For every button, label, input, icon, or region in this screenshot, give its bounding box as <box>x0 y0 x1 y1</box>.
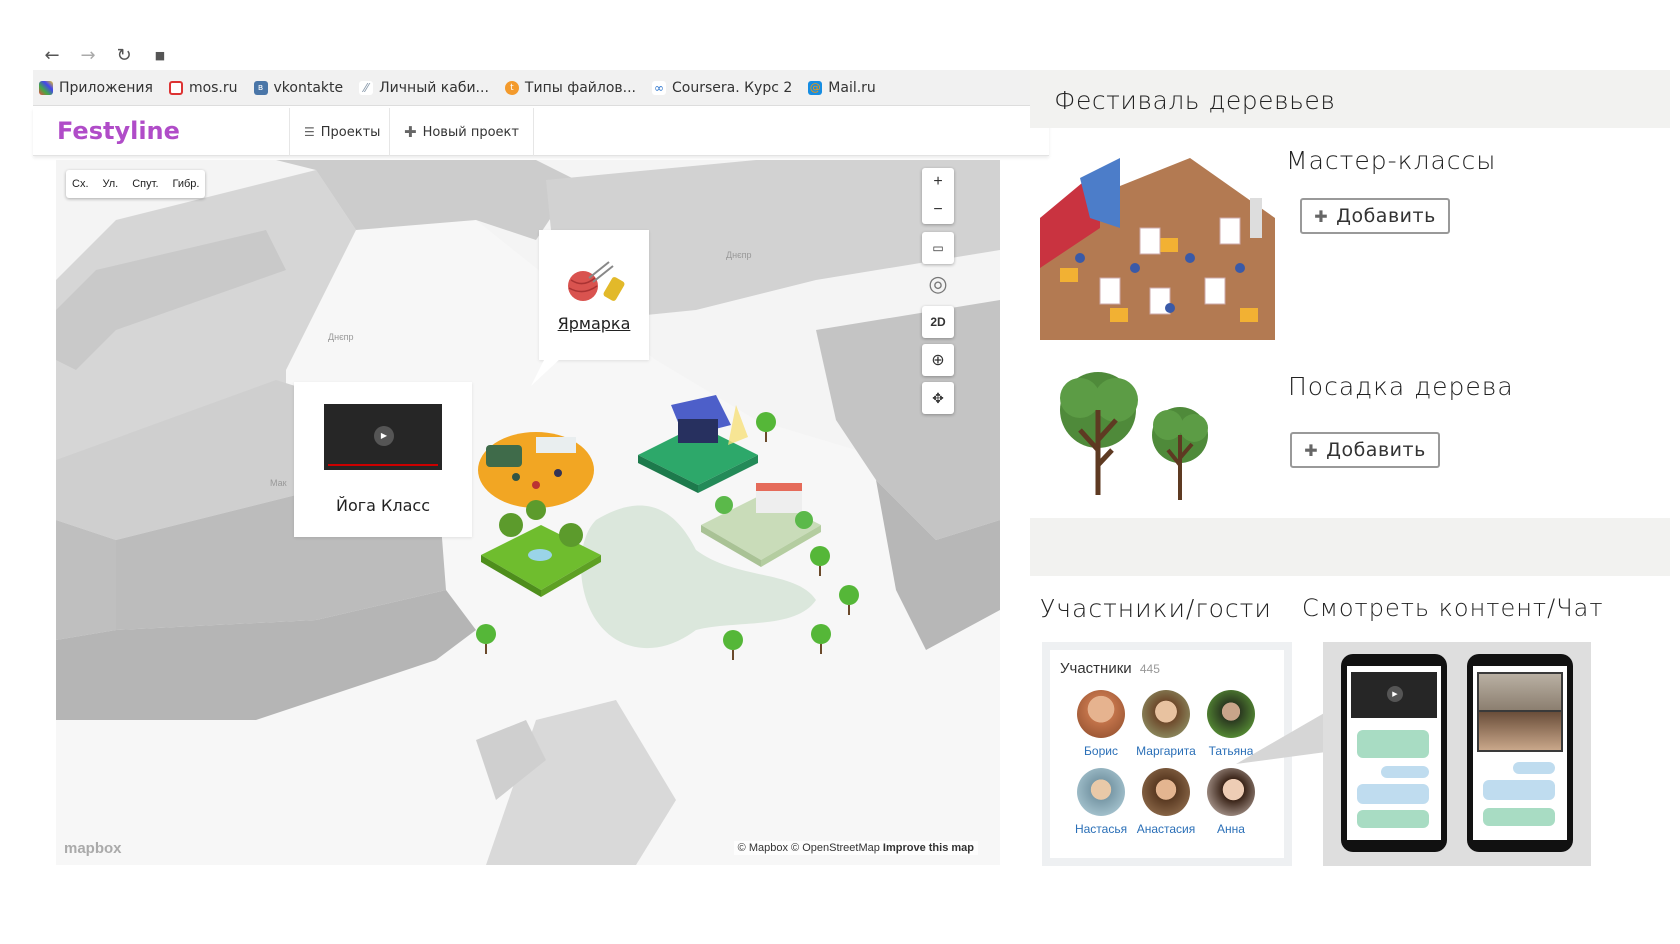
popup-fair[interactable]: Ярмарка <box>539 230 649 360</box>
map-type-scheme[interactable]: Сх. <box>72 178 89 190</box>
avatar <box>1077 768 1125 816</box>
avatar <box>1142 768 1190 816</box>
chat-bubble <box>1357 784 1429 804</box>
chat-bubble <box>1357 810 1429 828</box>
map-type-streets[interactable]: Ул. <box>103 178 119 190</box>
app-logo[interactable]: Festyline <box>57 117 180 145</box>
phone-video-chat: ▶ <box>1341 654 1447 852</box>
play-icon: ▶ <box>374 426 394 446</box>
street-label: Мак <box>270 478 287 488</box>
tree-markers <box>476 412 859 660</box>
content-chat-title: Смотреть контент/Чат <box>1302 594 1604 622</box>
bookmark-apps[interactable]: Приложения <box>39 80 153 96</box>
bookmark-filetypes[interactable]: t Типы файлов... <box>504 80 636 96</box>
bookmarks-bar: Приложения mos.ru в vkontakte ⁄⁄ Личный ка… <box>33 70 1049 106</box>
compass-icon: ◎ <box>928 271 948 296</box>
plus-icon: ✚ <box>1314 206 1329 226</box>
street-label: Днєпр <box>726 250 752 260</box>
chat-bubble <box>1357 730 1429 758</box>
video-thumbnail[interactable]: ▶ <box>324 404 442 470</box>
section-divider <box>1030 518 1670 576</box>
zoom-in-button[interactable]: + <box>933 168 942 196</box>
planting-add-button[interactable]: ✚ Добавить <box>1290 432 1440 468</box>
content-chat-preview: ▶ <box>1323 642 1591 866</box>
map-type-satellite[interactable]: Спут. <box>132 178 158 190</box>
workshop-illustration <box>1040 158 1275 340</box>
yarn-icon <box>568 260 625 301</box>
participants-count: 445 <box>1139 662 1160 676</box>
chat-bubble <box>1483 808 1555 826</box>
browser-nav: ← → ↻ ■ <box>33 40 1049 70</box>
map-type-switcher: Сх. Ул. Спут. Гибр. <box>66 170 206 198</box>
festival-title: Фестиваль деревьев <box>1054 86 1336 115</box>
back-icon[interactable]: ← <box>41 45 63 66</box>
mapbox-credit[interactable]: © Mapbox <box>738 842 788 854</box>
chat-bubble <box>1513 762 1555 774</box>
bookmark-coursera[interactable]: ∞ Coursera. Курс 2 <box>652 80 792 96</box>
video-thumbnail[interactable]: ▶ <box>1351 672 1437 718</box>
phone-group-video <box>1467 654 1573 852</box>
street-label: Днєпр <box>328 332 354 342</box>
ruler-button[interactable]: ▭ <box>922 232 954 264</box>
coursera-icon: ∞ <box>652 80 666 95</box>
mos-icon <box>168 80 183 95</box>
compass-button[interactable]: ◎ <box>922 268 954 300</box>
video-call-grid[interactable] <box>1477 672 1563 752</box>
geolocate-button[interactable]: ⊕ <box>922 344 954 376</box>
workshops-title: Мастер-классы <box>1286 146 1497 175</box>
bookmark-cabinet[interactable]: ⁄⁄ Личный каби... <box>359 80 489 96</box>
improve-map-link[interactable]: Improve this map <box>883 842 974 854</box>
bookmark-mailru[interactable]: @ Mail.ru <box>808 80 876 96</box>
osm-credit[interactable]: © OpenStreetMap <box>791 842 880 854</box>
move-icon: ✥ <box>932 389 944 406</box>
plus-icon: ✚ <box>404 123 417 141</box>
popup-pointer <box>531 358 561 386</box>
list-icon: ☰ <box>304 125 315 139</box>
chat-bubble <box>1483 780 1555 800</box>
planting-title: Посадка дерева <box>1288 372 1514 401</box>
bookmark-vk[interactable]: в vkontakte <box>253 80 343 96</box>
apps-grid-icon <box>39 80 53 95</box>
participant-card[interactable]: Борис <box>1068 690 1134 758</box>
popup-fair-label[interactable]: Ярмарка <box>558 314 631 333</box>
ruler-icon: ▭ <box>932 241 944 255</box>
mailru-icon: @ <box>808 80 823 95</box>
target-icon: ⊕ <box>931 352 945 369</box>
pan-button[interactable]: ✥ <box>922 382 954 414</box>
participant-card[interactable]: Анастасия <box>1133 768 1199 836</box>
chat-bubble <box>1381 766 1429 778</box>
avatar <box>1142 690 1190 738</box>
callout-wedge <box>1236 712 1326 764</box>
tab-new-project[interactable]: ✚ Новый проект <box>389 108 534 156</box>
plus-icon: ✚ <box>1304 440 1319 460</box>
tab-projects[interactable]: ☰ Проекты <box>289 108 394 156</box>
participant-card[interactable]: Настасья <box>1068 768 1134 836</box>
play-icon: ▶ <box>1387 686 1403 702</box>
orange-circle-icon: t <box>504 80 519 95</box>
app-header: Festyline ☰ Проекты ✚ Новый проект <box>33 108 1049 156</box>
avatar <box>1077 690 1125 738</box>
reload-icon[interactable]: ↻ <box>113 45 135 66</box>
map-view[interactable]: Днєпр Днєпр Мак Сх. Ул. Спут. Гибр. + − … <box>56 160 1000 865</box>
participants-title: Участники/гости <box>1040 594 1272 623</box>
trees-illustration <box>1060 372 1208 500</box>
browser-window: ← → ↻ ■ Приложения mos.ru в vkontakte ⁄⁄ Л… <box>33 40 1049 885</box>
mode-2d-button[interactable]: 2D <box>922 306 954 338</box>
popup-yoga[interactable]: ▶ Йога Класс <box>294 382 472 537</box>
participant-card[interactable]: Маргарита <box>1133 690 1199 758</box>
festival-panel: Фестиваль деревьев Мастер-классы ✚ Добави… <box>1030 0 1680 944</box>
feather-icon: ⁄⁄ <box>359 80 374 95</box>
map-type-hybrid[interactable]: Гибр. <box>173 178 200 190</box>
lock-icon: ■ <box>154 48 166 62</box>
vk-icon: в <box>253 80 268 95</box>
participants-heading: Участники 445 <box>1060 660 1160 677</box>
workshops-add-button[interactable]: ✚ Добавить <box>1300 198 1450 234</box>
zoom-out-button[interactable]: − <box>933 196 942 224</box>
forward-icon[interactable]: → <box>77 45 99 66</box>
popup-yoga-label[interactable]: Йога Класс <box>336 496 430 515</box>
map-attribution: © Mapbox © OpenStreetMap Improve this ma… <box>733 841 978 855</box>
zoom-control: + − <box>922 168 954 224</box>
bookmark-mos[interactable]: mos.ru <box>168 80 238 96</box>
mapbox-logo[interactable]: mapbox <box>64 840 122 857</box>
